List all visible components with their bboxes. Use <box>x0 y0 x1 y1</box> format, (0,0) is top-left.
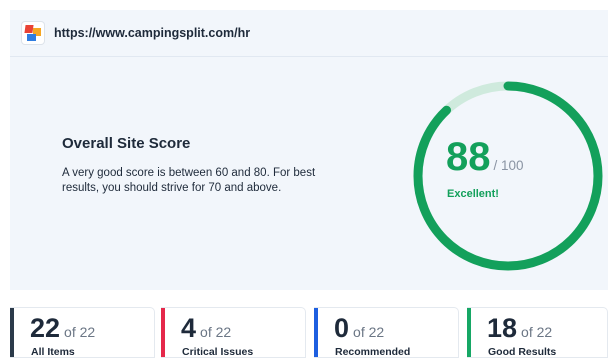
stat-critical-issues[interactable]: 4 of 22 Critical Issues <box>161 307 306 358</box>
url-bar: https://www.campingsplit.com/hr <box>10 10 608 57</box>
stat-all-items[interactable]: 22 of 22 All Items <box>10 307 155 358</box>
stat-number: 18 <box>487 313 518 343</box>
stat-number: 0 <box>334 313 350 343</box>
stat-label: Good Results <box>488 346 557 358</box>
site-url[interactable]: https://www.campingsplit.com/hr <box>54 26 250 40</box>
score-description: A very good score is between 60 and 80. … <box>62 167 316 194</box>
stat-count: 4 of 22 <box>181 312 231 344</box>
stat-total: of 22 <box>200 324 232 340</box>
score-value: 88 / 100 <box>446 137 566 177</box>
stat-label: All Items <box>31 346 75 358</box>
stat-color-bar <box>467 308 471 357</box>
score-max: / 100 <box>493 158 524 173</box>
stat-color-bar <box>161 308 165 357</box>
stat-count: 22 of 22 <box>30 312 95 344</box>
score-number: 88 <box>446 135 491 179</box>
stat-total: of 22 <box>64 324 96 340</box>
stat-good-results[interactable]: 18 of 22 Good Results <box>467 307 608 358</box>
stat-color-bar <box>314 308 318 357</box>
stat-total: of 22 <box>521 324 553 340</box>
stat-number: 4 <box>181 313 197 343</box>
stat-count: 0 of 22 <box>334 312 384 344</box>
score-rating: Excellent! <box>447 188 499 200</box>
stat-count: 18 of 22 <box>487 312 552 344</box>
stat-recommended[interactable]: 0 of 22 Recommended <box>314 307 459 358</box>
stat-number: 22 <box>30 313 61 343</box>
stat-color-bar <box>10 308 14 357</box>
stat-total: of 22 <box>353 324 385 340</box>
site-favicon-icon <box>22 22 44 44</box>
stat-label: Recommended <box>335 346 411 358</box>
score-title: Overall Site Score <box>62 135 191 152</box>
stat-label: Critical Issues <box>182 346 254 358</box>
